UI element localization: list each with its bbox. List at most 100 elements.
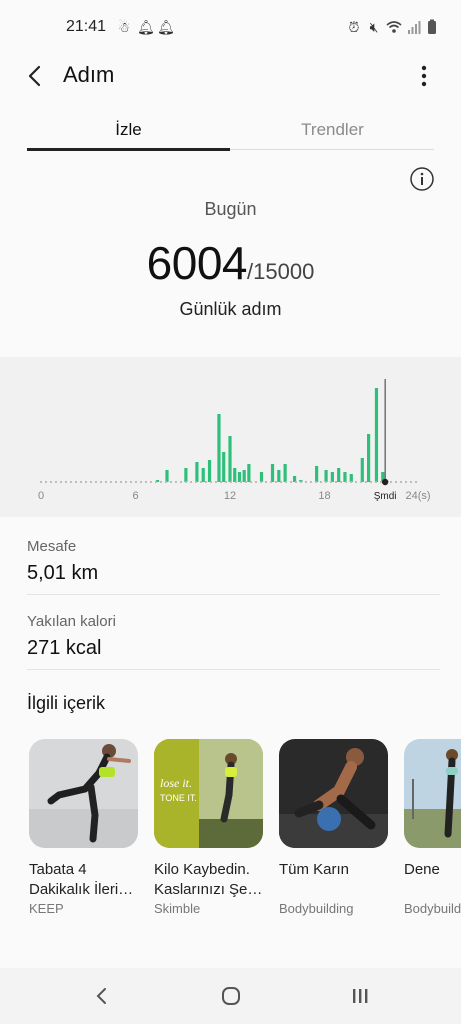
chart-bar [165, 470, 169, 482]
woman-fitness-pose-image [29, 739, 138, 848]
baseline-dot [124, 480, 128, 484]
chart-bar [237, 472, 242, 482]
chart-bar [201, 468, 205, 482]
hourly-steps-chart[interactable]: 0 6 12 18 Şmdi 24(s) [0, 357, 461, 517]
chart-bar [349, 474, 353, 482]
baseline-dot [334, 480, 338, 484]
chart-bar [242, 470, 246, 482]
mute-icon: 🔇︎ [369, 19, 379, 35]
content-card-image[interactable] [279, 739, 388, 848]
nav-back-icon[interactable] [92, 986, 112, 1006]
baseline-dot [259, 480, 263, 484]
baseline-dot [234, 480, 238, 484]
x-tick-label: 12 [224, 490, 236, 502]
baseline-dot [399, 480, 403, 484]
baseline-dot [214, 480, 218, 484]
baseline-dot [189, 480, 193, 484]
baseline-dot [284, 480, 288, 484]
distance-label: Mesafe [27, 538, 77, 555]
baseline-dot [249, 480, 253, 484]
baseline-dot [139, 480, 143, 484]
baseline-dot [144, 480, 148, 484]
x-tick-label: 6 [132, 490, 138, 502]
content-card-title[interactable]: Kilo Kaybedin. Kaslarınızı Şe… [154, 860, 272, 900]
chart-bar [207, 460, 212, 482]
baseline-dot [299, 480, 303, 484]
baseline-dot [314, 480, 318, 484]
baseline-dot [74, 480, 78, 484]
divider [27, 669, 440, 670]
tab-active-indicator [27, 148, 230, 151]
baseline-dot [414, 480, 418, 484]
content-card-source: KEEP [29, 901, 64, 916]
baseline-dot [64, 480, 68, 484]
more-options-button[interactable] [414, 64, 434, 88]
chart-bar [374, 388, 379, 482]
baseline-dot [69, 480, 73, 484]
android-debug-icon: ☃ [117, 19, 131, 35]
chart-bar [217, 414, 221, 482]
chart-bar [324, 470, 328, 482]
baseline-dot [199, 480, 203, 484]
wifi-icon [386, 19, 402, 35]
baseline-dot [84, 480, 88, 484]
content-card-image[interactable] [404, 739, 461, 848]
notification-bell-icon: 🔔︎ [137, 19, 155, 35]
baseline-dot [394, 480, 398, 484]
baseline-dot [289, 480, 293, 484]
baseline-dot [279, 480, 283, 484]
baseline-dot [404, 480, 408, 484]
status-bar: 21:41 ☃ 🔔︎ 🔔︎ ⏰︎ 🔇︎ [0, 0, 461, 56]
baseline-dot [344, 480, 348, 484]
baseline-dot [379, 480, 383, 484]
chart-bar [283, 464, 287, 482]
content-card-title[interactable]: Dene [404, 860, 461, 880]
baseline-dot [219, 480, 223, 484]
calories-label: Yakılan kalori [27, 613, 116, 630]
baseline-dot [39, 480, 43, 484]
page-title: Adım [63, 62, 115, 87]
baseline-dot [54, 480, 58, 484]
info-icon [410, 167, 434, 191]
chart-bar [233, 468, 237, 482]
baseline-dot [369, 480, 373, 484]
nav-recents-icon[interactable] [350, 986, 370, 1006]
baseline-dot [409, 480, 413, 484]
baseline-dot [44, 480, 48, 484]
chart-bar [195, 462, 199, 482]
notification-bell-icon: 🔔︎ [157, 19, 175, 35]
image-text-tone-it: TONE IT. [160, 793, 197, 803]
x-tick-label: Şmdi [374, 491, 397, 502]
info-button[interactable] [409, 166, 435, 192]
content-card-title[interactable]: Tüm Karın [279, 860, 397, 880]
back-button[interactable] [22, 62, 50, 90]
baseline-dot [229, 480, 233, 484]
baseline-dot [129, 480, 133, 484]
chevron-left-icon [28, 65, 41, 87]
baseline-dot [329, 480, 333, 484]
baseline-dot [244, 480, 248, 484]
baseline-dot [209, 480, 213, 484]
steps-summary: 6004/15000 [0, 236, 461, 290]
baseline-dot [319, 480, 323, 484]
related-content-title: İlgili içerik [27, 693, 106, 713]
man-medicine-ball-image [279, 739, 388, 848]
step-count: 6004 [146, 237, 248, 289]
alarm-icon: ⏰︎ [348, 19, 360, 35]
baseline-dot [374, 480, 378, 484]
chart-bar [315, 466, 319, 482]
content-card-image[interactable] [29, 739, 138, 848]
nav-home-icon[interactable] [221, 986, 241, 1006]
chart-bar [330, 472, 334, 482]
baseline-dot [89, 480, 93, 484]
baseline-dot [114, 480, 118, 484]
content-card-title[interactable]: Tabata 4 Dakikalık İleri… [29, 860, 147, 900]
baseline-dot [174, 480, 178, 484]
tab-trendler[interactable]: Trendler [231, 120, 434, 140]
baseline-dot [159, 480, 163, 484]
x-tick-label: 18 [318, 490, 330, 502]
tab-izle[interactable]: İzle [27, 120, 230, 140]
distance-value: 5,01 km [27, 562, 99, 584]
baseline-dot [184, 480, 188, 484]
content-card-image[interactable]: lose it. TONE IT. [154, 739, 263, 848]
